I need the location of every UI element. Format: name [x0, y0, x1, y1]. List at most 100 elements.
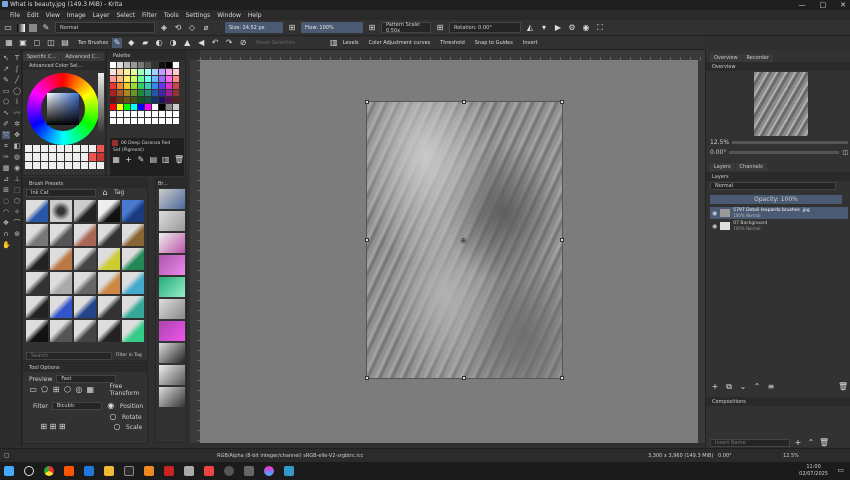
- warp-icon[interactable]: ⊞: [52, 385, 60, 395]
- anchor-grid-icon[interactable]: ⊞ ⊞ ⊞: [33, 422, 73, 432]
- freehand-path-icon[interactable]: 〰: [13, 109, 21, 117]
- bezier-tool-icon[interactable]: ∿: [2, 109, 10, 117]
- tab-recorder[interactable]: Recorder: [742, 53, 773, 62]
- rectangle-tool-icon[interactable]: ▭: [2, 87, 10, 95]
- transform-handle-tr[interactable]: [560, 100, 564, 104]
- canvas-only-icon[interactable]: ⛶: [595, 23, 605, 33]
- reference-tool-icon[interactable]: ⊞: [2, 186, 10, 194]
- line-tool-icon[interactable]: ╱: [13, 76, 21, 84]
- brave-icon[interactable]: [64, 466, 74, 476]
- menu-view[interactable]: View: [46, 12, 60, 19]
- menu-filter[interactable]: Filter: [142, 12, 157, 19]
- ellipse-tool-icon[interactable]: ◯: [13, 87, 21, 95]
- tab-advanced-color[interactable]: Advanced C...: [61, 53, 104, 61]
- position-radio[interactable]: ◉: [106, 401, 116, 411]
- transform-tool-icon[interactable]: ⤧: [2, 131, 10, 139]
- brush-tag-select[interactable]: Ink Cat: [26, 188, 96, 197]
- magnetic-select-icon[interactable]: ∩: [2, 230, 10, 238]
- reset-selection-label[interactable]: Reset Selection: [256, 40, 295, 46]
- undo-icon[interactable]: ↶: [210, 38, 220, 48]
- app-gray2-icon[interactable]: [244, 466, 254, 476]
- pan-tool-icon[interactable]: ✋: [2, 241, 11, 249]
- calligraphy-icon[interactable]: ∫: [13, 65, 21, 73]
- layer-icon[interactable]: ▤: [60, 38, 70, 48]
- delete-swatch-icon[interactable]: 🗑: [174, 155, 184, 165]
- palette-list-icon[interactable]: ▤: [149, 155, 158, 165]
- eraser-tool-icon[interactable]: ▰: [140, 38, 150, 48]
- color-wheel[interactable]: [27, 73, 99, 145]
- menu-layer[interactable]: Layer: [93, 12, 110, 19]
- free-transform-icon[interactable]: ▭: [29, 385, 37, 395]
- krita-taskbar-icon[interactable]: [264, 466, 274, 476]
- alpha-lock-icon[interactable]: ◇: [187, 23, 197, 33]
- tag-icon[interactable]: ⌂: [100, 188, 110, 198]
- tab-channels[interactable]: Channels: [735, 162, 767, 171]
- edit-swatch-icon[interactable]: ✎: [137, 155, 145, 165]
- flow-lock-icon[interactable]: ⊞: [367, 23, 377, 33]
- gradient-icon[interactable]: [17, 23, 25, 32]
- delete-layer-icon[interactable]: 🗑: [838, 382, 848, 392]
- app-icon[interactable]: [124, 466, 134, 476]
- snap-guides-button[interactable]: Snap to Guides: [475, 40, 513, 46]
- app-gray-icon[interactable]: [184, 466, 194, 476]
- record-icon[interactable]: ◉: [581, 23, 591, 33]
- close-button[interactable]: ✕: [840, 1, 846, 9]
- smudge-icon[interactable]: ◆: [126, 38, 136, 48]
- tab-specific-color[interactable]: Specific C...: [23, 53, 61, 61]
- brush-size-slider[interactable]: Size: 24.52 px: [225, 22, 283, 33]
- smart-patch-icon[interactable]: ▩: [2, 164, 10, 172]
- menu-image[interactable]: Image: [67, 12, 86, 19]
- filter-select[interactable]: Bicubic: [51, 402, 102, 410]
- composition-name-input[interactable]: Insert Name: [710, 438, 790, 447]
- app-blue-icon[interactable]: [284, 466, 294, 476]
- value-slider[interactable]: [98, 73, 104, 133]
- chrome-icon[interactable]: [44, 466, 54, 476]
- transform-handle-b[interactable]: [462, 376, 466, 380]
- color-triangle-square[interactable]: [47, 93, 79, 125]
- transform-handle-br[interactable]: [560, 376, 564, 380]
- scale-radio[interactable]: ○: [112, 422, 122, 432]
- flip-icon[interactable]: ▲: [182, 38, 192, 48]
- dynamic-brush-icon[interactable]: ✐: [2, 120, 10, 128]
- redo-icon[interactable]: ↷: [224, 38, 234, 48]
- blend-mode-select[interactable]: Normal: [55, 22, 155, 33]
- fill-icon[interactable]: ◐: [154, 38, 164, 48]
- transform-handle-t[interactable]: [462, 100, 466, 104]
- move-layer-up-icon[interactable]: ⌃: [752, 382, 762, 392]
- update-composition-icon[interactable]: ⌃: [806, 438, 816, 448]
- tab-layers[interactable]: Layers: [710, 162, 735, 171]
- similar-select-icon[interactable]: ❖: [2, 219, 10, 227]
- start-icon[interactable]: [4, 466, 14, 476]
- size-lock-icon[interactable]: ⊞: [287, 23, 297, 33]
- pattern-lock-icon[interactable]: ⊞: [435, 23, 445, 33]
- store-icon[interactable]: [84, 466, 94, 476]
- brush-preset-icon[interactable]: ✎: [41, 23, 51, 33]
- eraser-icon[interactable]: ◈: [159, 23, 169, 33]
- polyline-tool-icon[interactable]: ⌇: [13, 98, 21, 106]
- status-brush-icon[interactable]: ▢: [4, 452, 10, 459]
- transform-handle-tl[interactable]: [365, 100, 369, 104]
- mesh-icon[interactable]: ▦: [86, 385, 95, 395]
- adjust-icon[interactable]: ▥: [329, 38, 339, 48]
- freehand-brush-icon[interactable]: ✎: [2, 76, 10, 84]
- invert-button[interactable]: Invert: [523, 40, 538, 46]
- mirror-vertical-icon[interactable]: ▾: [539, 23, 549, 33]
- measure-tool-icon[interactable]: ⊥: [13, 175, 21, 183]
- polygon-select-icon[interactable]: ⬡: [13, 197, 21, 205]
- color-sampler-icon[interactable]: ✑: [2, 153, 10, 161]
- vertical-scrollbar[interactable]: [698, 60, 705, 443]
- fill-transparent-icon[interactable]: ◑: [168, 38, 178, 48]
- perspective-icon[interactable]: ⬠: [40, 385, 48, 395]
- layer-row-selected[interactable]: ◉ 5797 Detail leopardo brushes .jpg 100%…: [710, 207, 848, 219]
- add-swatch-icon[interactable]: +: [124, 155, 132, 165]
- notification-icon[interactable]: ▭: [837, 466, 844, 474]
- liquify-icon[interactable]: ◎: [75, 385, 83, 395]
- freehand-select-icon[interactable]: ◠: [2, 208, 10, 216]
- rotation-slider[interactable]: Rotation: 0.00°: [449, 22, 521, 33]
- pattern-icon[interactable]: [29, 23, 37, 32]
- crop-tool-icon[interactable]: ⌗: [2, 142, 10, 150]
- ten-brushes-label[interactable]: Ten Brushes: [78, 40, 108, 46]
- gradient-tool-icon[interactable]: ◧: [13, 142, 21, 150]
- menu-settings[interactable]: Settings: [186, 12, 211, 19]
- transform-center-icon[interactable]: ⊕: [460, 236, 467, 245]
